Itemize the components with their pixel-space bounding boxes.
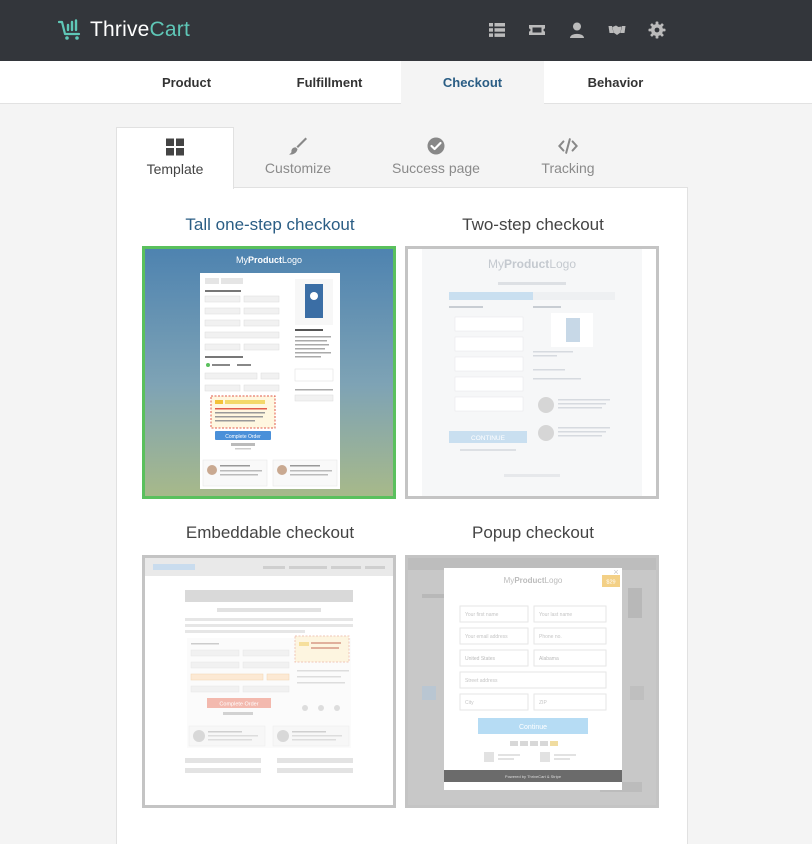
svg-text:Your first name: Your first name	[465, 612, 499, 618]
popup-preview-image: Powered by ThriveCart & Stripe × MyProdu…	[408, 558, 656, 805]
subtab-customize-label: Customize	[264, 160, 332, 176]
svg-text:United States: United States	[465, 656, 496, 662]
svg-text:ZIP: ZIP	[539, 700, 547, 706]
brush-icon	[289, 137, 307, 155]
svg-text:CONTINUE: CONTINUE	[471, 435, 506, 442]
grid-list-icon[interactable]	[488, 21, 506, 39]
template-card-embeddable[interactable]: Complete Order	[142, 555, 396, 808]
template-card-tall-one-step[interactable]: MyProductLogo Complete Order	[142, 246, 396, 499]
ticket-icon[interactable]	[528, 21, 546, 39]
subtab-template-label: Template	[146, 161, 204, 177]
grid-icon	[166, 138, 184, 156]
svg-text:Your last name: Your last name	[539, 612, 572, 618]
gear-icon[interactable]	[648, 21, 666, 39]
template-title-popup: Popup checkout	[472, 523, 594, 542]
header-icon-group	[466, 21, 666, 39]
subtab-tracking-label: Tracking	[541, 160, 595, 176]
embeddable-preview-image: Complete Order	[145, 558, 393, 805]
template-title-two-step: Two-step checkout	[462, 215, 604, 234]
template-card-two-step[interactable]: MyProductLogo CONTINUE	[405, 246, 659, 499]
logo-text: ThriveCart	[90, 18, 190, 42]
code-icon	[558, 138, 578, 154]
handshake-icon[interactable]	[608, 21, 626, 39]
svg-text:MyProductLogo: MyProductLogo	[236, 255, 302, 265]
svg-text:City: City	[465, 700, 474, 706]
two-step-preview-image: MyProductLogo CONTINUE	[408, 249, 656, 496]
logo-text-part2: Cart	[149, 18, 191, 41]
thrivecart-logo[interactable]: ThriveCart	[58, 18, 190, 42]
svg-text:MyProductLogo: MyProductLogo	[488, 257, 576, 271]
tab-product[interactable]: Product	[115, 61, 258, 104]
svg-text:Complete Order: Complete Order	[219, 702, 258, 708]
svg-text:Continue: Continue	[519, 724, 547, 731]
svg-text:Complete Order: Complete Order	[225, 434, 261, 440]
check-circle-icon	[427, 137, 445, 155]
svg-text:Street address: Street address	[465, 678, 498, 684]
svg-text:Powered by ThriveCart & Stripe: Powered by ThriveCart & Stripe	[505, 774, 562, 779]
subtab-success-page[interactable]: Success page	[378, 127, 494, 188]
tall-one-step-preview-image: MyProductLogo Complete Order	[145, 249, 393, 496]
top-navigation-bar: ThriveCart	[0, 0, 812, 61]
tab-behavior[interactable]: Behavior	[544, 61, 687, 104]
template-card-popup[interactable]: Powered by ThriveCart & Stripe × MyProdu…	[405, 555, 659, 808]
main-tab-bar: Product Fulfillment Checkout Behavior	[0, 61, 812, 104]
svg-text:Phone no.: Phone no.	[539, 634, 562, 640]
subtab-template[interactable]: Template	[116, 127, 234, 189]
svg-text:Your email address: Your email address	[465, 634, 508, 640]
svg-text:MyProductLogo: MyProductLogo	[504, 576, 563, 585]
subtab-tracking[interactable]: Tracking	[516, 127, 620, 188]
tab-checkout[interactable]: Checkout	[401, 61, 544, 104]
logo-text-part1: Thrive	[90, 18, 150, 41]
tab-fulfillment[interactable]: Fulfillment	[258, 61, 401, 104]
cart-logo-icon	[58, 19, 81, 40]
svg-text:Alabama: Alabama	[539, 656, 559, 662]
svg-text:$29: $29	[606, 580, 615, 586]
template-title-tall-one-step: Tall one-step checkout	[185, 215, 355, 234]
template-title-embeddable: Embeddable checkout	[185, 523, 355, 542]
subtab-success-label: Success page	[392, 160, 480, 176]
user-icon[interactable]	[568, 21, 586, 39]
subtab-customize[interactable]: Customize	[236, 127, 360, 188]
